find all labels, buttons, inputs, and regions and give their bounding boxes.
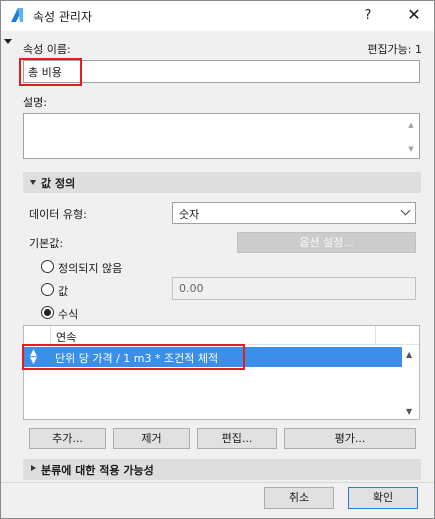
column-divider <box>50 326 51 345</box>
chevron-down-icon <box>400 205 411 216</box>
data-type-value: 숫자 <box>179 208 200 221</box>
expand-arrow-icon <box>30 180 36 185</box>
cancel-button[interactable]: 취소 <box>264 487 334 509</box>
data-type-select[interactable]: 숫자 <box>172 202 416 224</box>
edit-button[interactable]: 편집... <box>197 428 277 449</box>
list-scrollbar[interactable]: ▲ ▼ <box>402 346 419 419</box>
radio-circle <box>41 283 54 296</box>
scroll-down-icon[interactable]: ▼ <box>406 145 416 153</box>
drag-handle-icon[interactable]: ▲ ▼ <box>30 349 37 366</box>
radio-label: 정의되지 않음 <box>58 262 123 275</box>
collapse-arrow-icon[interactable] <box>4 39 12 44</box>
property-name-input[interactable]: 총 비용 <box>23 60 420 83</box>
column-header: 연속 <box>56 331 77 344</box>
value-definition-header[interactable]: 값 정의 <box>23 172 421 193</box>
description-label: 설명: <box>23 96 47 109</box>
property-name-label: 속성 이름: <box>23 43 71 56</box>
column-divider <box>375 326 376 345</box>
scroll-up-icon[interactable]: ▲ <box>406 121 416 129</box>
property-manager-dialog: 속성 관리자 ? ✕ 속성 이름: 편집가능: 1 총 비용 설명: ▲ ▼ 값… <box>0 0 435 519</box>
title-bar[interactable]: 속성 관리자 ? ✕ <box>1 1 434 31</box>
scroll-down-icon[interactable]: ▼ <box>406 407 412 416</box>
footer-divider <box>1 482 434 483</box>
remove-button[interactable]: 제거 <box>113 428 190 449</box>
formula-text: 단위 당 가격 / 1 m3 * 조건적 체적 <box>55 352 219 365</box>
default-value-label: 기본값: <box>29 237 64 250</box>
value-definition-title: 값 정의 <box>41 177 76 190</box>
classification-header[interactable]: 분류에 대한 적용 가능성 <box>23 459 421 480</box>
options-button[interactable]: 옵션 설정... <box>237 232 416 253</box>
evaluate-button[interactable]: 평가... <box>284 428 416 449</box>
editable-status: 편집가능: 1 <box>367 43 422 56</box>
close-button[interactable]: ✕ <box>399 1 429 31</box>
radio-circle <box>41 260 54 273</box>
formula-list[interactable]: 연속 ▲ ▼ 단위 당 가격 / 1 m3 * 조건적 체적 ▲ ▼ <box>23 325 420 420</box>
scroll-up-icon[interactable]: ▲ <box>406 350 412 359</box>
classification-title: 분류에 대한 적용 가능성 <box>41 464 154 477</box>
ok-button[interactable]: 확인 <box>348 487 418 509</box>
help-button[interactable]: ? <box>353 1 383 31</box>
list-item[interactable]: ▲ ▼ 단위 당 가격 / 1 m3 * 조건적 체적 <box>24 347 402 367</box>
data-type-label: 데이터 유형: <box>29 208 87 221</box>
app-logo-icon <box>11 8 23 22</box>
radio-label: 수식 <box>58 308 79 321</box>
expand-arrow-icon <box>31 465 36 471</box>
list-header: 연속 <box>24 326 419 345</box>
radio-label: 값 <box>58 285 69 298</box>
radio-circle <box>41 306 54 319</box>
add-button[interactable]: 추가... <box>29 428 106 449</box>
value-input[interactable]: 0.00 <box>172 277 416 300</box>
window-title: 속성 관리자 <box>33 10 93 24</box>
description-input[interactable]: ▲ ▼ <box>23 113 420 159</box>
